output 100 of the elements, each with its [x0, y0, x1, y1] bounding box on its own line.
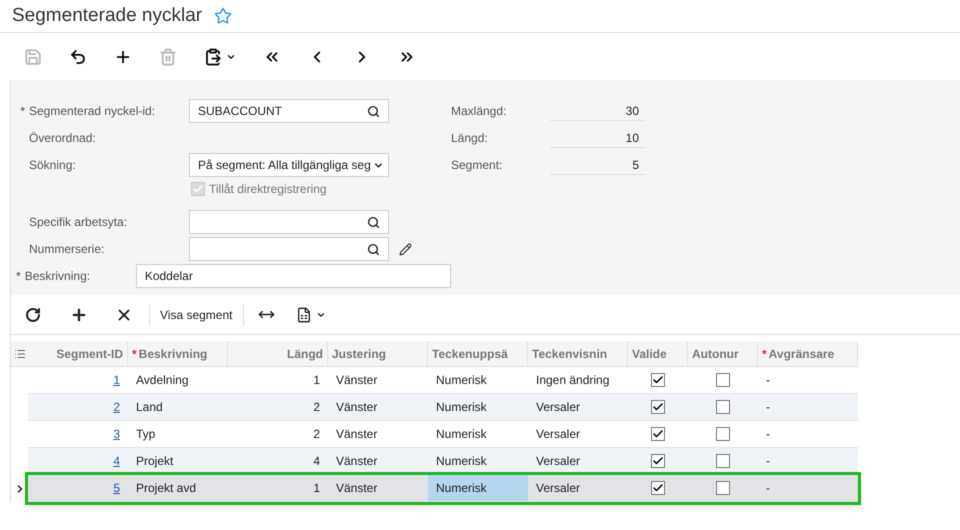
show-segment-button[interactable]: Visa segment	[149, 304, 244, 326]
column-header[interactable]: Valide	[628, 341, 688, 366]
segment-id-link[interactable]: 4	[113, 452, 120, 470]
table-cell-text: -	[766, 399, 770, 416]
table-cell-text: Numerisk	[435, 426, 488, 443]
column-label: Segment-ID	[56, 346, 123, 362]
clipboard-icon	[204, 48, 222, 66]
table-cell-text: 1	[313, 480, 320, 497]
checkbox[interactable]	[716, 454, 730, 468]
table-cell-text: Ingen ändring	[536, 372, 610, 389]
field-label: Längd:	[451, 130, 489, 147]
field-label: Nummerserie:	[29, 241, 106, 258]
checkbox[interactable]	[716, 427, 730, 441]
required-asterisk: *	[762, 346, 767, 362]
page-title: Segmenterade nycklar	[12, 4, 202, 28]
field-value: 30	[551, 102, 645, 120]
checkbox-label: Tillåt direktregistrering	[209, 181, 327, 198]
column-header[interactable]: Justering	[328, 341, 428, 366]
checkbox[interactable]	[651, 454, 665, 468]
text-field[interactable]: Koddelar	[136, 264, 451, 288]
search-icon[interactable]	[367, 216, 380, 228]
table-cell-text: Typ	[136, 426, 156, 443]
table-cell-text: Numerisk	[435, 399, 488, 416]
required-asterisk: *	[16, 269, 21, 283]
column-label: Justering	[332, 346, 386, 362]
edit-icon[interactable]	[399, 242, 412, 256]
checkbox[interactable]	[716, 481, 730, 495]
table-cell-text: -	[766, 372, 770, 389]
table-cell-text: Avdelning	[136, 372, 188, 389]
field-label: Segmenterad nyckel-id:	[29, 103, 156, 120]
lookup-field[interactable]	[189, 237, 389, 261]
column-header[interactable]: Autonur	[688, 341, 758, 366]
export-excel-button[interactable]	[296, 306, 326, 322]
table-cell-text: 2	[313, 399, 320, 416]
column-label: Teckenuppsä	[432, 346, 508, 362]
field-label: Segment:	[451, 157, 504, 174]
table-cell-text: Vänster	[336, 426, 378, 443]
field-label: Överordnad:	[29, 130, 97, 147]
field-label: Maxlängd:	[451, 103, 508, 120]
checkbox[interactable]	[716, 373, 730, 387]
delete-icon	[159, 48, 177, 66]
column-header[interactable]: * Beskrivning	[128, 341, 228, 366]
lookup-field[interactable]	[189, 210, 389, 234]
favorite-star-icon[interactable]	[214, 7, 232, 25]
table-cell-text: 4	[313, 453, 320, 470]
search-icon[interactable]	[367, 104, 380, 118]
lookup-field[interactable]: SUBACCOUNT	[189, 99, 389, 123]
add-icon	[70, 306, 88, 324]
table-cell-text: -	[766, 480, 770, 497]
field-value: 5	[551, 156, 645, 174]
segment-id-link[interactable]: 3	[113, 425, 120, 443]
table-cell-text: Versaler	[536, 399, 580, 416]
segment-id-link[interactable]: 2	[113, 398, 120, 416]
undo-icon	[69, 48, 87, 66]
field-label: Sökning:	[29, 157, 77, 174]
table-cell-text: Vänster	[336, 399, 378, 416]
column-label: Autonur	[692, 346, 739, 362]
field-value: 10	[551, 128, 645, 148]
table-cell-text: Versaler	[536, 426, 580, 443]
checkbox[interactable]	[716, 400, 730, 414]
column-label: Beskrivning	[138, 346, 208, 362]
column-label: Längd	[287, 346, 323, 362]
column-header[interactable]: Teckenuppsä	[428, 341, 528, 366]
column-label: Avgränsare	[768, 346, 834, 362]
table-cell-text: Numerisk	[435, 453, 488, 470]
column-header[interactable]: Längd	[228, 341, 328, 366]
table-cell-text: Land	[136, 399, 163, 416]
column-header[interactable]: Teckenvisnin	[528, 341, 628, 366]
checkbox[interactable]	[651, 481, 665, 495]
checkbox[interactable]	[651, 427, 665, 441]
table-row[interactable]: 5 Projekt avd 1 Vänster Numerisk Versaler -	[28, 475, 858, 502]
column-label: Teckenvisnin	[532, 346, 608, 362]
checkbox[interactable]	[651, 373, 665, 387]
spreadsheet-icon	[296, 306, 312, 322]
table-cell-text: Versaler	[536, 453, 580, 470]
required-asterisk: *	[20, 104, 25, 118]
table-cell-text: Vänster	[336, 372, 378, 389]
field-label: Beskrivning:	[24, 268, 92, 285]
dropdown-field[interactable]: På segment: Alla tillgängliga seg	[189, 153, 389, 177]
save-icon	[24, 48, 42, 66]
table-cell-text: -	[766, 426, 770, 443]
table-cell-text: -	[766, 453, 770, 470]
table-cell-text: Projekt	[136, 453, 174, 470]
segment-id-link[interactable]: 1	[113, 371, 120, 389]
search-icon[interactable]	[367, 242, 380, 256]
table-cell-text: Vänster	[336, 453, 378, 470]
table-cell-text: Numerisk	[435, 372, 488, 389]
table-cell-text: Vänster	[336, 480, 378, 497]
column-header[interactable]: Segment-ID	[28, 341, 128, 366]
field-value: SUBACCOUNT	[198, 103, 282, 120]
table-row[interactable]: 2 Land 2 Vänster Numerisk Versaler -	[28, 394, 858, 421]
field-label: Specifik arbetsyta:	[29, 214, 128, 231]
table-cell-text: Projekt avd	[136, 480, 196, 497]
column-header[interactable]: * Avgränsare	[758, 341, 858, 366]
required-asterisk: *	[132, 346, 137, 362]
segment-id-link[interactable]: 5	[113, 479, 120, 497]
table-cell-text: 1	[313, 372, 320, 389]
refresh-icon	[25, 306, 41, 322]
table-cell-text: Versaler	[536, 480, 580, 497]
checkbox[interactable]	[651, 400, 665, 414]
